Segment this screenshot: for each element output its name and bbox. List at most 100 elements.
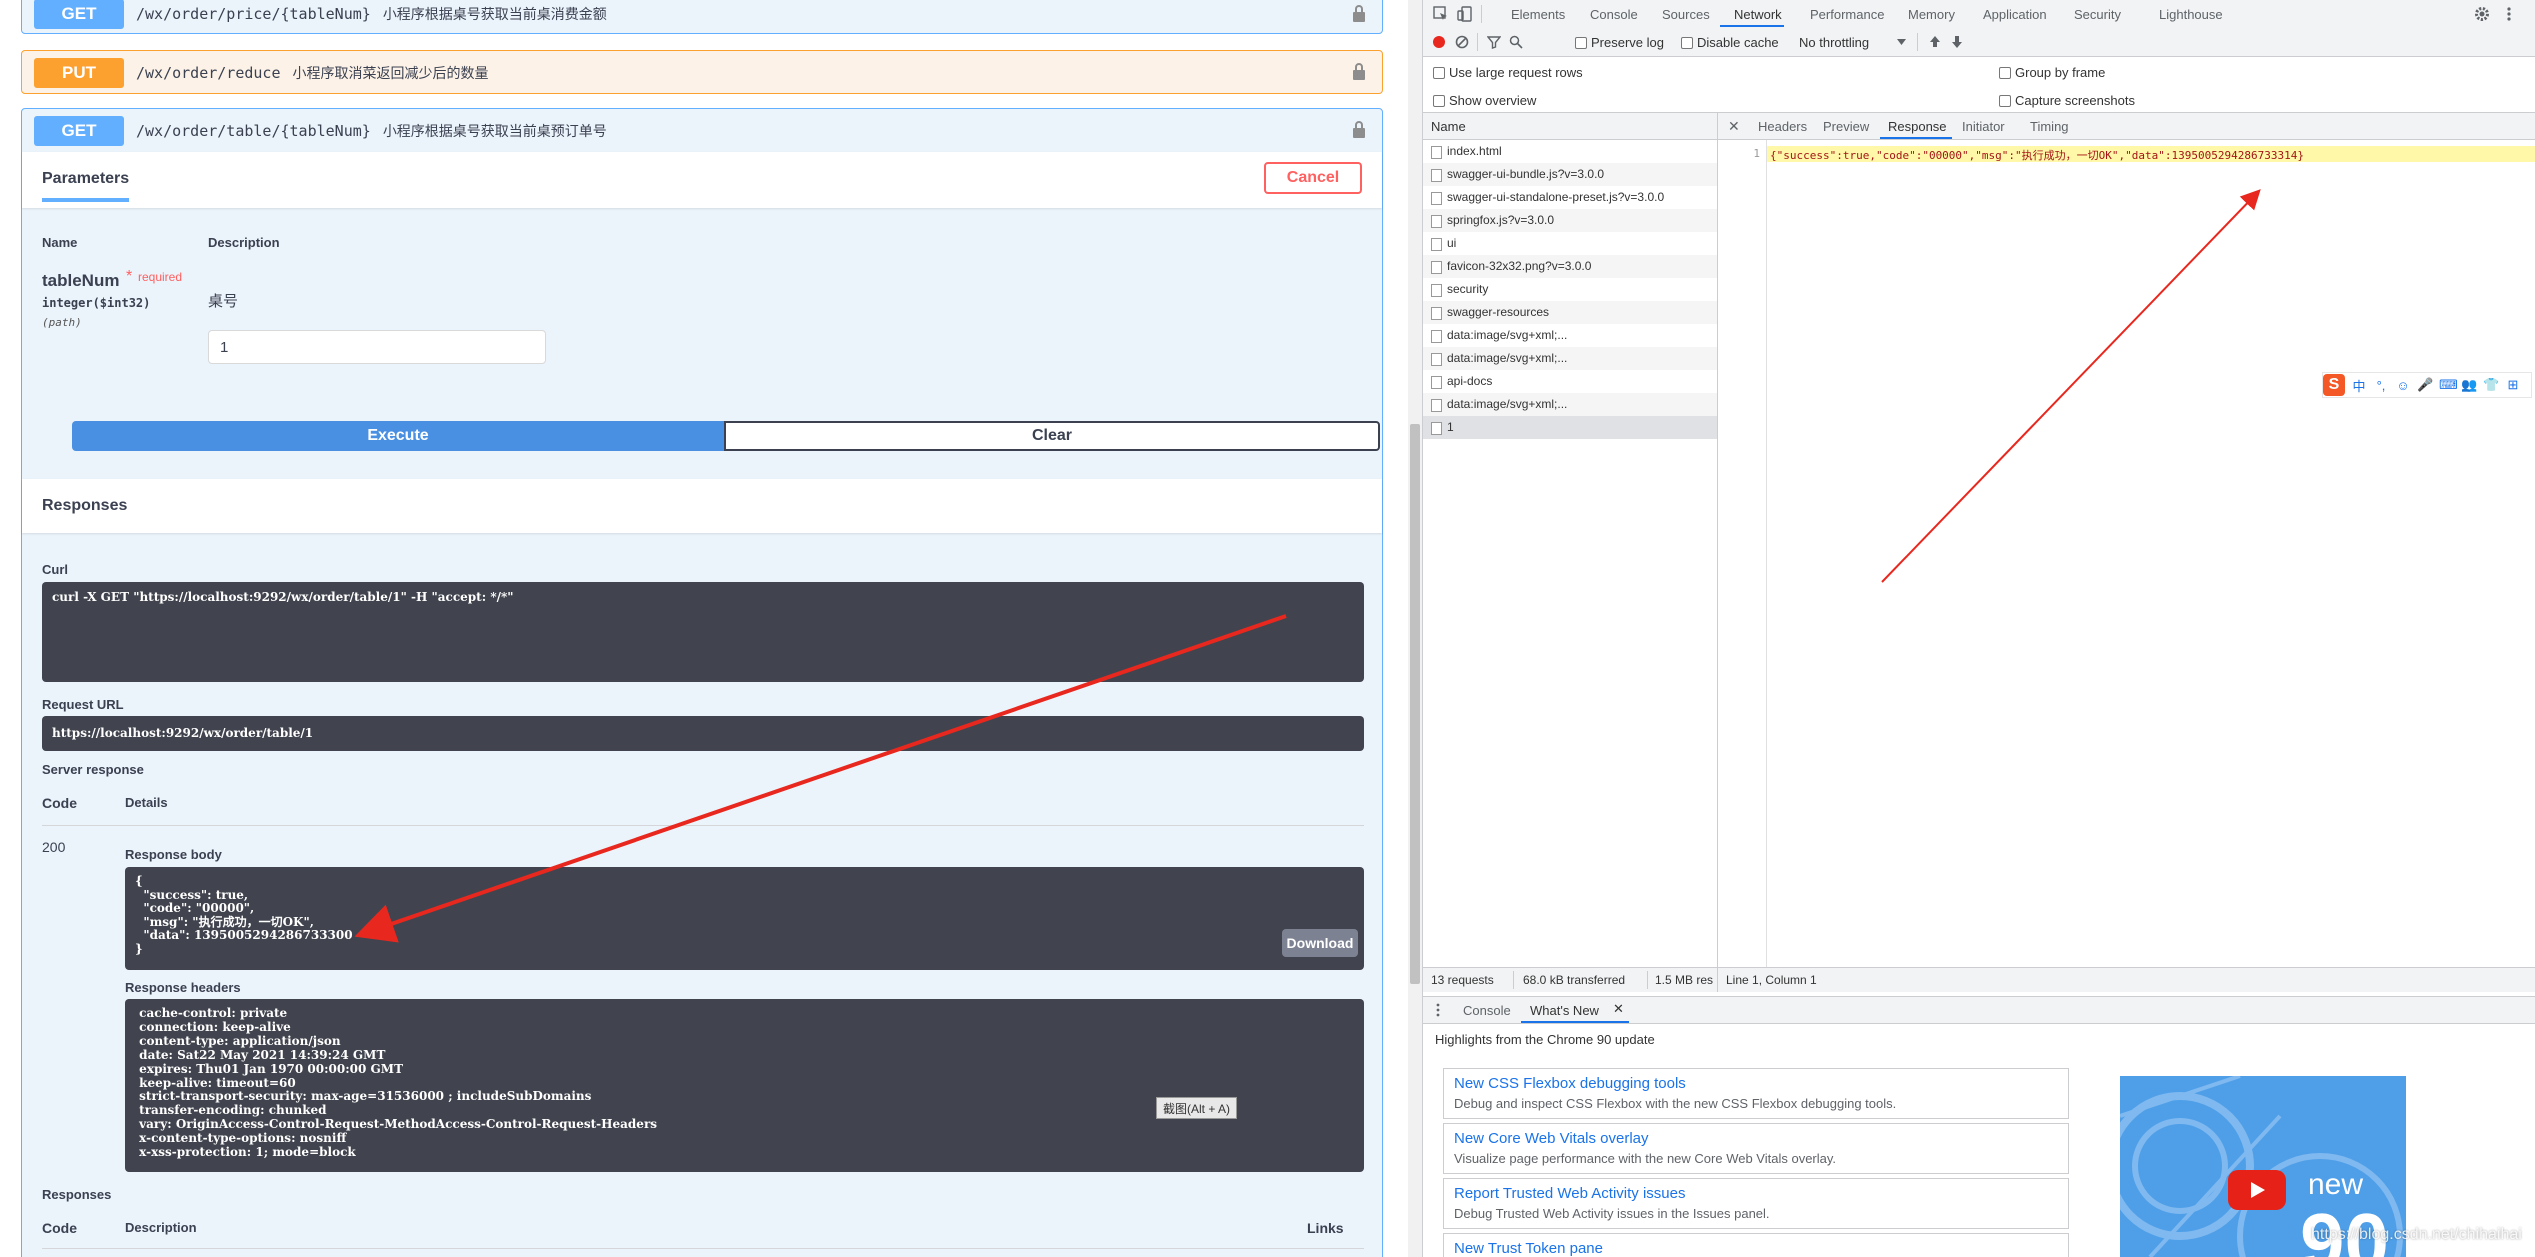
request-row[interactable]: data:image/svg+xml;... (1423, 393, 1717, 416)
tab-response[interactable]: Response (1888, 119, 1947, 134)
ime-item-icon[interactable]: °, (2373, 378, 2389, 393)
drawer-tab-console[interactable]: Console (1463, 1003, 1511, 1018)
play-icon (2251, 1182, 2265, 1198)
tab-headers[interactable]: Headers (1758, 119, 1807, 134)
operation-put-reduce[interactable]: PUT /wx/order/reduce 小程序取消菜返回减少后的数量 (21, 50, 1383, 94)
more-menu-icon[interactable] (2505, 5, 2513, 23)
tab-timing[interactable]: Timing (2030, 119, 2069, 134)
request-row[interactable]: favicon-32x32.png?v=3.0.0 (1423, 255, 1717, 278)
ime-toolbar[interactable]: S 中 °, ☺ 🎤 ⌨ 👥 👕 ⊞ (2322, 372, 2532, 398)
request-url-box[interactable]: https://localhost:9292/wx/order/table/1 (42, 716, 1364, 751)
parameters-header: Parameters Cancel (22, 152, 1382, 208)
operation-header[interactable]: GET /wx/order/table/{tableNum} 小程序根据桌号获取… (22, 109, 1382, 152)
ime-item-icon[interactable]: 👕 (2483, 377, 2499, 393)
clear-icon[interactable] (1455, 35, 1469, 49)
tab-initiator[interactable]: Initiator (1962, 119, 2005, 134)
tab-application[interactable]: Application (1983, 7, 2047, 22)
param-location: (path) (42, 316, 82, 329)
cancel-button[interactable]: Cancel (1264, 162, 1362, 194)
response-code: 200 (42, 839, 66, 855)
page-scrollbar-thumb[interactable] (1410, 424, 1420, 984)
request-row[interactable]: ui (1423, 232, 1717, 255)
disable-cache-checkbox[interactable] (1681, 37, 1693, 49)
search-icon[interactable] (1509, 35, 1523, 49)
record-icon[interactable] (1433, 36, 1445, 48)
name-header-label: Name (1431, 119, 1466, 134)
code2-header: Code (42, 1220, 77, 1236)
ime-item-icon[interactable]: 🎤 (2417, 377, 2433, 393)
news-title[interactable]: Report Trusted Web Activity issues (1454, 1185, 1685, 1202)
ime-logo-icon[interactable]: S (2323, 374, 2345, 396)
request-row[interactable]: api-docs (1423, 370, 1717, 393)
preserve-log-checkbox[interactable] (1575, 37, 1587, 49)
request-row[interactable]: security (1423, 278, 1717, 301)
drawer-tab-whats-new[interactable]: What's New (1530, 1003, 1599, 1018)
upload-icon[interactable] (1929, 35, 1941, 49)
throttling-select[interactable]: No throttling (1799, 35, 1869, 50)
response-headers-box[interactable]: cache-control: private connection: keep-… (125, 999, 1364, 1172)
large-rows-checkbox[interactable] (1433, 67, 1445, 79)
lock-icon[interactable] (1352, 121, 1366, 139)
news-card-twa[interactable]: Report Trusted Web Activity issues Debug… (1443, 1178, 2069, 1229)
drawer-tabbar: Console What's New ✕ (1423, 996, 2535, 1024)
request-row[interactable]: index.html (1423, 140, 1717, 163)
clear-button[interactable]: Clear (724, 421, 1380, 451)
group-by-frame-label: Group by frame (2015, 65, 2106, 80)
ime-item-icon[interactable]: ⌨ (2439, 377, 2458, 393)
news-card-trust-token[interactable]: New Trust Token pane (1443, 1233, 2069, 1257)
ime-item-icon[interactable]: ⊞ (2505, 377, 2521, 393)
request-row[interactable]: swagger-ui-bundle.js?v=3.0.0 (1423, 163, 1717, 186)
drawer-menu-icon[interactable] (1435, 1002, 1441, 1018)
table-num-input[interactable]: 1 (208, 330, 546, 364)
separator (1717, 968, 1718, 992)
news-card-web-vitals[interactable]: New Core Web Vitals overlay Visualize pa… (1443, 1123, 2069, 1174)
tab-parameters[interactable]: Parameters (42, 170, 130, 202)
news-title[interactable]: New Core Web Vitals overlay (1454, 1130, 1649, 1147)
name-column-header[interactable]: Name (1423, 113, 1717, 140)
tab-console[interactable]: Console (1590, 7, 1638, 22)
close-icon[interactable]: ✕ (1728, 118, 1740, 135)
filter-icon[interactable] (1487, 35, 1501, 49)
tab-lighthouse[interactable]: Lighthouse (2159, 7, 2223, 22)
ime-item-icon[interactable]: ☺ (2395, 378, 2411, 393)
request-row[interactable]: data:image/svg+xml;... (1423, 347, 1717, 370)
news-title[interactable]: New CSS Flexbox debugging tools (1454, 1075, 1686, 1092)
news-title[interactable]: New Trust Token pane (1454, 1240, 1603, 1257)
show-overview-checkbox[interactable] (1433, 95, 1445, 107)
dropdown-arrow-icon (1897, 39, 1906, 45)
response-body-label: Response body (125, 847, 222, 862)
news-card-flexbox[interactable]: New CSS Flexbox debugging tools Debug an… (1443, 1068, 2069, 1119)
tab-network[interactable]: Network (1734, 7, 1782, 22)
tab-performance[interactable]: Performance (1810, 7, 1884, 22)
operation-get-price[interactable]: GET /wx/order/price/{tableNum} 小程序根据桌号获取… (21, 0, 1383, 34)
play-button-icon[interactable] (2228, 1170, 2286, 1210)
close-tab-icon[interactable]: ✕ (1613, 1001, 1624, 1017)
ime-item-icon[interactable]: 中 (2351, 376, 2367, 395)
tab-security[interactable]: Security (2074, 7, 2121, 22)
inspect-icon[interactable] (1433, 6, 1449, 22)
tab-preview[interactable]: Preview (1823, 119, 1869, 134)
response-body-box[interactable]: { "success": true, "code": "00000", "msg… (125, 867, 1364, 970)
tab-memory[interactable]: Memory (1908, 7, 1955, 22)
response-text[interactable]: {"success":true,"code":"00000","msg":"执行… (1770, 147, 2304, 163)
download-button[interactable]: Download (1282, 929, 1358, 957)
request-row[interactable]: swagger-ui-standalone-preset.js?v=3.0.0 (1423, 186, 1717, 209)
curl-box[interactable]: curl -X GET "https://localhost:9292/wx/o… (42, 582, 1364, 682)
group-by-frame-checkbox[interactable] (1999, 67, 2011, 79)
request-row[interactable]: 1 (1423, 416, 1717, 439)
ime-item-icon[interactable]: 👥 (2461, 377, 2477, 393)
news-description: Debug Trusted Web Activity issues in the… (1454, 1206, 1770, 1221)
capture-screenshots-checkbox[interactable] (1999, 95, 2011, 107)
lock-icon[interactable] (1352, 5, 1366, 23)
separator (1477, 33, 1478, 51)
tab-elements[interactable]: Elements (1511, 7, 1565, 22)
tab-sources[interactable]: Sources (1662, 7, 1710, 22)
settings-gear-icon[interactable] (2473, 5, 2491, 23)
device-toolbar-icon[interactable] (1457, 6, 1473, 22)
request-row[interactable]: springfox.js?v=3.0.0 (1423, 209, 1717, 232)
execute-button[interactable]: Execute (72, 421, 724, 451)
request-row[interactable]: data:image/svg+xml;... (1423, 324, 1717, 347)
download-icon[interactable] (1951, 35, 1963, 49)
lock-icon[interactable] (1352, 63, 1366, 81)
request-row[interactable]: swagger-resources (1423, 301, 1717, 324)
